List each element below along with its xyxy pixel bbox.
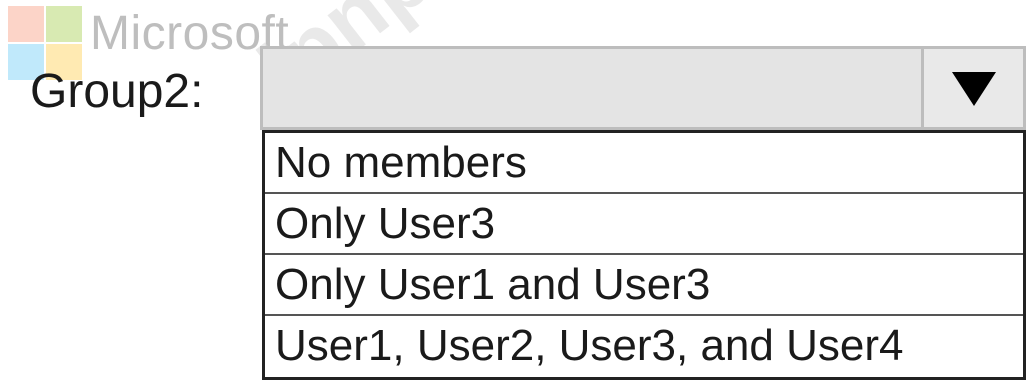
group2-selected-value	[263, 49, 921, 127]
triangle-down-icon	[951, 72, 996, 106]
option-only-user1-and-user3[interactable]: Only User1 and User3	[265, 255, 1023, 316]
group2-options-list: No members Only User3 Only User1 and Use…	[262, 130, 1026, 380]
logo-tile-red	[8, 6, 44, 42]
logo-tile-green	[46, 6, 82, 42]
option-no-members[interactable]: No members	[265, 133, 1023, 194]
option-only-user3[interactable]: Only User3	[265, 194, 1023, 255]
group2-dropdown[interactable]	[260, 46, 1026, 130]
dropdown-arrow-button[interactable]	[921, 49, 1023, 127]
group2-label: Group2:	[30, 65, 204, 118]
option-all-users[interactable]: User1, User2, User3, and User4	[265, 316, 1023, 377]
